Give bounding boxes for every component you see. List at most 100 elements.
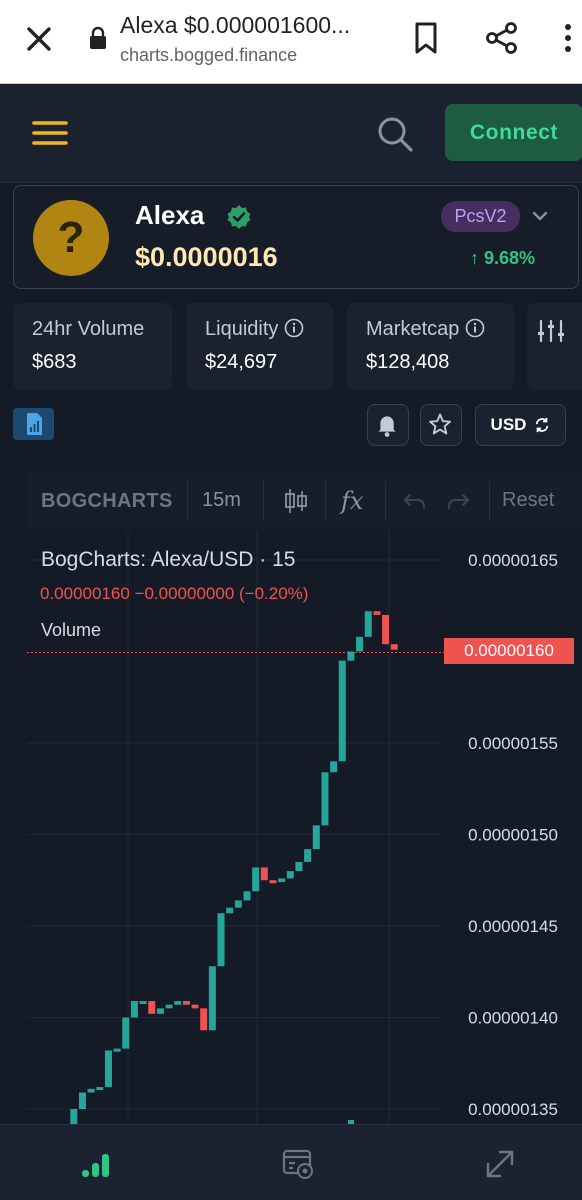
candle	[373, 611, 381, 615]
candle	[286, 871, 294, 879]
currency-label: USD	[490, 415, 527, 434]
candle	[252, 867, 260, 892]
close-icon[interactable]	[22, 22, 56, 56]
candle	[234, 900, 242, 908]
stat-card-marketcap: Marketcap $128,408	[347, 303, 514, 390]
candle	[78, 1092, 86, 1109]
bottom-navigation	[0, 1124, 582, 1200]
share-icon[interactable]	[484, 20, 520, 56]
candle	[191, 1004, 199, 1009]
candle	[217, 913, 225, 967]
search-icon[interactable]	[376, 115, 414, 153]
hamburger-menu-icon[interactable]	[32, 119, 68, 147]
toolbar-divider	[263, 481, 264, 521]
candle	[278, 878, 286, 883]
y-axis-tick-label: 0.00000155	[468, 734, 558, 753]
price-change-value: 9.68%	[484, 248, 536, 268]
chart-brand: BOGCHARTS	[41, 490, 173, 512]
toolbar-divider	[325, 481, 326, 521]
swap-nav-icon[interactable]	[482, 1146, 518, 1182]
candlestick-type-icon[interactable]	[282, 487, 310, 515]
stats-settings-button[interactable]	[527, 303, 582, 390]
candle	[156, 1008, 164, 1014]
y-axis-tick-label: 0.00000145	[468, 917, 558, 936]
stat-card-liquidity: Liquidity $24,697	[186, 303, 333, 390]
price-chart[interactable]: 0.00000165 0.00000155 0.00000150 0.00000145…	[27, 531, 582, 1124]
stat-value: $683	[32, 351, 77, 373]
candle	[113, 1048, 121, 1052]
chart-nav-icon[interactable]	[79, 1146, 115, 1182]
y-axis-tick-label: 0.00000165	[468, 551, 558, 570]
stat-value: $128,408	[366, 351, 450, 373]
toolbar-divider	[489, 481, 490, 521]
token-logo: ?	[33, 200, 109, 276]
candle	[148, 1001, 156, 1014]
app-header: Connect	[0, 85, 582, 183]
watchlist-nav-icon[interactable]	[281, 1146, 317, 1182]
stat-label: Liquidity	[205, 318, 279, 340]
candle	[382, 614, 390, 645]
candle	[182, 1001, 190, 1005]
stat-card-volume: 24hr Volume $683	[13, 303, 172, 390]
arrow-up-icon: ↑	[470, 248, 485, 268]
toolbar-divider	[385, 481, 386, 521]
current-price-tag: 0.00000160	[444, 638, 574, 664]
chevron-down-icon[interactable]	[530, 206, 550, 226]
candlestick-chart[interactable]: 0.00000165 0.00000155 0.00000150 0.00000145…	[27, 531, 582, 1124]
y-axis-tick-label: 0.00000135	[468, 1100, 558, 1119]
candle	[165, 1004, 173, 1009]
candle	[122, 1017, 130, 1049]
browser-page-title: Alexa $0.00000160​0...	[120, 12, 351, 38]
connect-button[interactable]: Connect	[445, 104, 582, 161]
y-axis-tick-label: 0.00000140	[468, 1009, 558, 1028]
info-icon[interactable]	[284, 318, 304, 338]
token-price: $0.0000016	[135, 242, 278, 272]
candle	[70, 1109, 78, 1124]
token-name: Alexa	[135, 200, 205, 230]
chart-legend-title: BogCharts: Alexa/USD · 15	[41, 548, 296, 571]
bookmark-icon[interactable]	[412, 20, 440, 56]
interval-selector[interactable]: 15m	[202, 489, 241, 512]
stat-label: 24hr Volume	[32, 318, 145, 340]
candle	[130, 1001, 138, 1018]
toolbar-divider	[187, 481, 188, 521]
candle	[96, 1087, 104, 1091]
stat-value: $24,697	[205, 351, 278, 373]
candle	[295, 861, 303, 872]
candle	[312, 825, 320, 850]
swap-icon	[536, 417, 549, 433]
candle	[174, 1001, 182, 1005]
y-axis-tick-label: 0.00000150	[468, 826, 558, 845]
candle	[200, 1008, 208, 1031]
exchange-selector[interactable]: PcsV2	[441, 201, 520, 232]
candle	[364, 611, 372, 637]
lock-icon	[90, 26, 106, 49]
alert-button[interactable]	[367, 404, 409, 446]
reset-button[interactable]: Reset	[502, 489, 554, 512]
token-summary-card: ? Alexa $0.0000016 PcsV2 ↑ 9.68%	[13, 185, 579, 289]
chart-legend-volume: Volume	[41, 620, 102, 640]
redo-icon[interactable]	[445, 489, 471, 513]
candle	[330, 761, 338, 773]
browser-toolbar: Alexa $0.00000160​0... charts.bogged.fin…	[0, 0, 582, 84]
chart-toolbar: BOGCHARTS 15m fx Reset	[27, 473, 582, 529]
report-file-button[interactable]	[13, 408, 54, 440]
candle	[208, 966, 216, 1031]
info-icon[interactable]	[465, 318, 485, 338]
candle	[243, 891, 251, 901]
candle	[347, 651, 355, 661]
undo-icon[interactable]	[402, 489, 428, 513]
sliders-icon	[538, 319, 564, 343]
candle	[87, 1088, 95, 1093]
browser-url[interactable]: charts.bogged.finance	[120, 45, 297, 66]
candle	[321, 772, 329, 826]
candle	[390, 644, 398, 650]
favorite-button[interactable]	[420, 404, 462, 446]
more-options-icon[interactable]	[558, 20, 578, 56]
currency-toggle-button[interactable]: USD	[475, 404, 566, 446]
candle	[356, 636, 364, 652]
candle	[104, 1050, 112, 1088]
chart-legend-ohlc: 0.00000160 −0.00000000 (−0.20%)	[40, 584, 309, 603]
price-change: ↑ 9.68%	[470, 248, 535, 269]
indicators-button[interactable]: fx	[341, 487, 363, 515]
